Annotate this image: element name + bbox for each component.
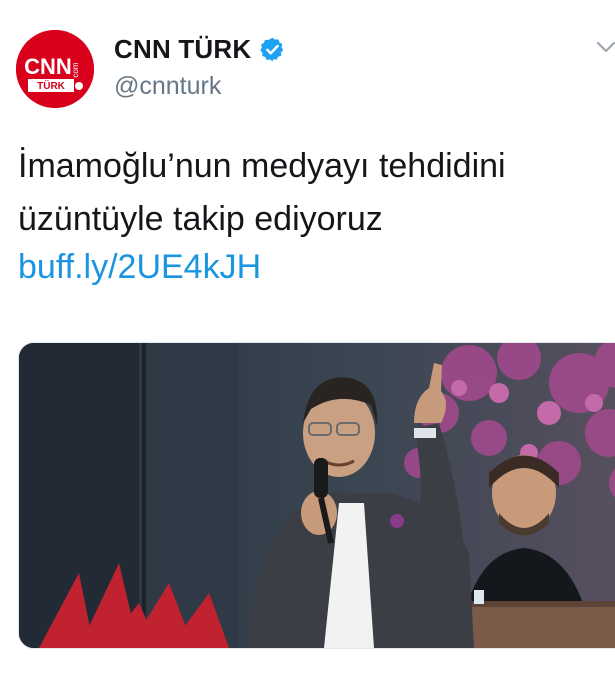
speech-photo [19, 343, 615, 648]
logo-turk: TÜRK [37, 79, 66, 92]
author-handle[interactable]: @cnnturk [114, 72, 221, 101]
tweet-text-line-1: İmamoğlu’nun medyayı tehdidini [18, 147, 506, 185]
tweet-text: İmamoğlu’nun medyayı tehdidini üzüntüyle… [18, 140, 615, 246]
tweet-media-photo[interactable] [18, 342, 615, 649]
tweet-text-line-2: üzüntüyle takip ediyoruz [18, 200, 383, 238]
avatar[interactable]: CNN com TÜRK [16, 30, 94, 108]
logo-cnn: CNN [24, 54, 72, 79]
logo-com: com [71, 62, 80, 77]
chevron-down-icon[interactable] [596, 40, 615, 54]
cnn-turk-logo: CNN com TÜRK [16, 30, 94, 108]
author-row: CNN TÜRK [114, 34, 286, 65]
tweet-link[interactable]: buff.ly/2UE4kJH [18, 248, 261, 287]
verified-badge-icon [260, 37, 284, 62]
author-name[interactable]: CNN TÜRK [114, 34, 251, 65]
